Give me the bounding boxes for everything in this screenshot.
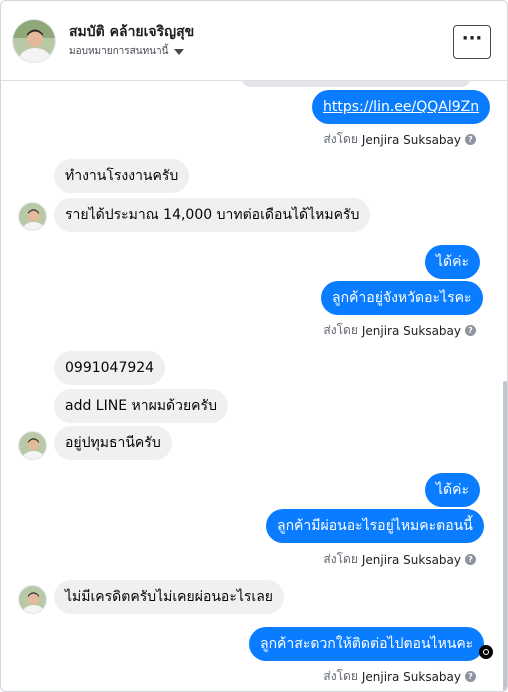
message-list[interactable]: https://lin.ee/QQAl9Zn ส่งโดย Jenjira Su… bbox=[1, 81, 507, 691]
conversation-panel: สมบัติ คล้ายเจริญสุข มอบหมายการสนทนานี้ … bbox=[0, 0, 508, 692]
incoming-message: 0991047924 bbox=[54, 351, 166, 385]
outgoing-message: ได้ค่ะ bbox=[425, 473, 481, 507]
incoming-message: ไม่มีเครดิตครับไม่เคยผ่อนอะไรเลย bbox=[54, 580, 284, 614]
contact-avatar-small bbox=[18, 431, 47, 460]
sent-by-label: ส่งโดย Jenjira Suksabay ? bbox=[323, 550, 476, 569]
scrollbar[interactable] bbox=[503, 381, 507, 691]
help-icon[interactable]: ? bbox=[465, 671, 476, 682]
outgoing-message: ลูกค้าสะดวกให้ติดต่อไปตอนไหนคะ bbox=[249, 627, 485, 661]
incoming-message: ทำงานโรงงานครับ bbox=[54, 159, 190, 193]
outgoing-message: ลูกค้ามีผ่อนอะไรอยู่ไหมคะตอนนี้ bbox=[266, 509, 484, 543]
sender-name: Jenjira Suksabay bbox=[361, 132, 461, 147]
assign-conversation-dropdown[interactable]: มอบหมายการสนทนานี้ bbox=[69, 44, 185, 59]
incoming-message: add LINE หาผมด้วยครับ bbox=[54, 389, 228, 423]
sent-by-label: ส่งโดย Jenjira Suksabay ? bbox=[323, 667, 476, 686]
conversation-header: สมบัติ คล้ายเจริญสุข มอบหมายการสนทนานี้ … bbox=[1, 1, 507, 81]
more-icon: ··· bbox=[461, 28, 483, 49]
sender-name: Jenjira Suksabay bbox=[361, 669, 461, 684]
help-icon[interactable]: ? bbox=[465, 134, 476, 145]
help-icon[interactable]: ? bbox=[465, 325, 476, 336]
partial-message-bubble bbox=[241, 81, 471, 87]
sent-by-label: ส่งโดย Jenjira Suksabay ? bbox=[323, 130, 476, 149]
outgoing-message: ลูกค้าอยู่จังหวัดอะไรคะ bbox=[321, 281, 483, 315]
sender-name: Jenjira Suksabay bbox=[361, 552, 461, 567]
more-options-button[interactable]: ··· bbox=[453, 25, 491, 59]
seen-indicator-icon bbox=[479, 645, 493, 659]
assign-label: มอบหมายการสนทนานี้ bbox=[69, 46, 169, 57]
outgoing-message: ได้ค่ะ bbox=[425, 245, 481, 279]
contact-avatar[interactable] bbox=[12, 19, 56, 63]
sent-by-label: ส่งโดย Jenjira Suksabay ? bbox=[323, 321, 476, 340]
sender-name: Jenjira Suksabay bbox=[361, 323, 461, 338]
contact-avatar-small bbox=[18, 202, 47, 231]
contact-name: สมบัติ คล้ายเจริญสุข bbox=[69, 24, 195, 40]
incoming-message: รายได้ประมาณ 14,000 บาทต่อเดือนได้ไหมครั… bbox=[54, 198, 371, 232]
contact-avatar-small bbox=[18, 585, 47, 614]
caret-down-icon bbox=[174, 48, 185, 55]
outgoing-message-link[interactable]: https://lin.ee/QQAl9Zn bbox=[312, 90, 491, 124]
incoming-message: อยู่ปทุมธานีครับ bbox=[54, 426, 172, 460]
help-icon[interactable]: ? bbox=[465, 554, 476, 565]
